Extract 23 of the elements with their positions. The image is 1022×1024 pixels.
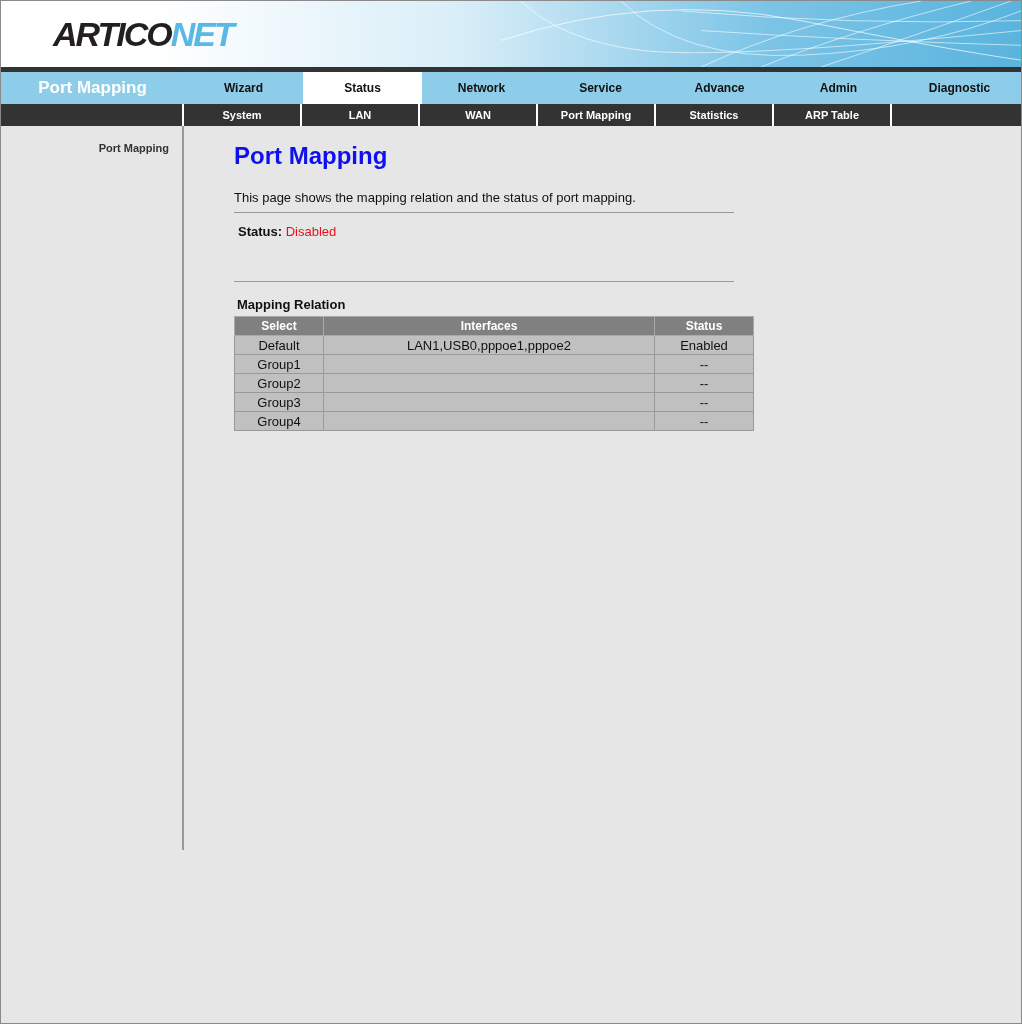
sub-tab[interactable]: LAN	[300, 104, 418, 126]
page-title: Port Mapping	[234, 142, 389, 170]
sub-tab[interactable]: Statistics	[654, 104, 772, 126]
sub-tab[interactable]: ARP Table	[772, 104, 892, 126]
nav-tab[interactable]: Service	[541, 72, 660, 104]
nav-tab[interactable]: Admin	[779, 72, 898, 104]
nav-tab[interactable]: Wizard	[184, 72, 303, 104]
column-header: Status	[654, 316, 754, 336]
nav-tab[interactable]: Advance	[660, 72, 779, 104]
column-header: Interfaces	[323, 316, 655, 336]
status-value: Disabled	[285, 224, 337, 239]
sub-tab[interactable]: System	[182, 104, 300, 126]
sub-tab[interactable]: Port Mapping	[536, 104, 654, 126]
table-title: Mapping Relation	[237, 297, 347, 312]
nav-tab[interactable]: Network	[422, 72, 541, 104]
sidebar-item[interactable]: Port Mapping	[1, 126, 182, 154]
sub-tab[interactable]: WAN	[418, 104, 536, 126]
status-label: Status:	[238, 224, 283, 239]
section-title: Port Mapping	[37, 77, 148, 99]
column-header: Select	[234, 316, 324, 336]
nav-tab[interactable]: Status	[303, 72, 422, 104]
nav-tab[interactable]: Diagnostic	[898, 72, 1021, 104]
page-description: This page shows the mapping relation and the status of port mapping.	[234, 190, 637, 205]
